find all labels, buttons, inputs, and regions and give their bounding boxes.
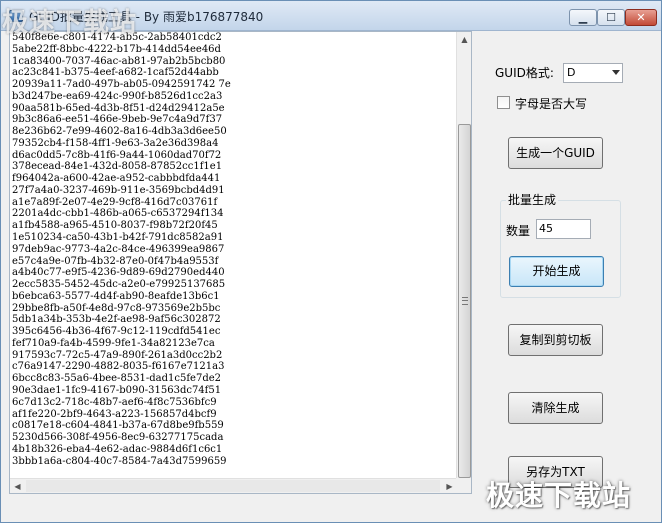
guid-line: 917593c7-72c5-47a9-890f-261a3d0cc2b2 [12, 349, 223, 361]
guid-line: 8e236b62-7e99-4602-8a16-4db3a3d6ee50 [12, 126, 227, 138]
guid-line: e57c4a9e-07fb-4b32-87e0-0f47b4a9553f [12, 255, 219, 267]
scroll-grip-icon [462, 297, 468, 305]
close-button[interactable]: ✕ [625, 9, 657, 26]
scroll-up-arrow-icon[interactable]: ▲ [457, 32, 471, 47]
guid-format-label: GUID格式: [495, 66, 554, 80]
guid-line: c0817e18-c604-4841-b37a-67d8be9fb559 [12, 420, 224, 432]
title-bar[interactable]: GUID批量生成工具 - By 雨爱b176877840 ▁ ☐ ✕ [1, 1, 661, 31]
batch-group-label: 批量生成 [506, 191, 559, 208]
vertical-scrollbar[interactable]: ▲ ▼ [456, 32, 471, 493]
guid-line: 1ca83400-7037-46ac-ab81-97ab2b5bcb80 [12, 55, 226, 67]
guid-line: 378ecead-84e1-432d-8058-87852cc1f1e1 [12, 161, 223, 173]
guid-line: 90aa581b-65ed-4d3b-8f51-d24d29412a5e [12, 102, 225, 114]
guid-line: b6ebca63-5577-4d4f-ab90-8eafde13b6c1 [12, 290, 220, 302]
minimize-button[interactable]: ▁ [569, 9, 597, 26]
guid-line: 395c6456-4b36-4f67-9c12-119cdfd541ec [12, 326, 221, 338]
guid-line: 2ecc5835-5452-45dc-a2e0-e79925137685 [12, 279, 226, 291]
guid-line: b3d247be-ea69-424c-990f-b8526d1cc2a3 [12, 90, 223, 102]
guid-line: 5abe22ff-8bbc-4222-b17b-414dd54ee46d [12, 43, 221, 55]
quantity-input[interactable]: 45 [536, 219, 591, 239]
window-title: GUID批量生成工具 - By 雨爱b176877840 [29, 10, 264, 24]
scroll-corner [456, 478, 471, 493]
guid-line: 27f7a4a0-3237-469b-911e-3569bcbd4d91 [12, 184, 225, 196]
guid-line: 20939a11-7ad0-497b-ab05-0942591742 7e [12, 79, 231, 91]
guid-line: 1e510234-ca50-43b1-b42f-791dc8582a91 [12, 232, 224, 244]
scroll-thumb[interactable] [458, 124, 471, 478]
guid-line: a1fb4588-a965-4510-8037-f98b72f20f45 [12, 220, 218, 232]
guid-line: af1fe220-2bf9-4643-a223-156857d4bcf9 [12, 408, 217, 420]
guid-line: 6c7d13c2-718c-48b7-aef6-4f8c7536bfc9 [12, 396, 217, 408]
guid-line: 29bbe8fb-a50f-4e8d-97c8-973569e2b5bc [12, 302, 221, 314]
horizontal-scroll-track[interactable] [26, 480, 440, 492]
guid-line: f964042a-a600-42ae-a952-cabbbdfda441 [12, 173, 221, 185]
guid-line: fef710a9-fa4b-4599-9fe1-34a82123e7ca [12, 337, 215, 349]
guid-line: 97deb9ac-9773-4a2c-84ce-496399ea9867 [12, 243, 225, 255]
guid-line: 3bbb1a6a-c804-40c7-8584-7a43d7599659 [12, 455, 227, 467]
copy-to-clipboard-button[interactable]: 复制到剪切板 [508, 324, 603, 356]
guid-line: 5230d566-308f-4956-8ec9-63277175cada [12, 432, 224, 444]
start-generate-button[interactable]: 开始生成 [509, 256, 604, 287]
uppercase-label[interactable]: 字母是否大写 [515, 95, 587, 112]
app-window: GUID批量生成工具 - By 雨爱b176877840 ▁ ☐ ✕ 540f8… [0, 0, 662, 523]
clear-button[interactable]: 清除生成 [508, 392, 603, 424]
guid-line: 9b3c86a6-ee51-466e-9beb-9e7c4a9d7f37 [12, 114, 223, 126]
guid-line: 6bcc8c83-55a6-4bee-8531-dad1c5fe7de2 [12, 373, 222, 385]
maximize-button[interactable]: ☐ [597, 9, 625, 26]
guid-line: 79352cb4-f158-4ff1-9e63-3a2e36d398a4 [12, 137, 219, 149]
guid-format-value: D [567, 66, 576, 79]
scroll-right-arrow-icon[interactable]: ▶ [442, 479, 457, 493]
guid-output-textarea[interactable]: 540f8e6e-c801-4174-ab5c-2ab58401cdc2 5abe… [9, 31, 472, 494]
guid-line: a4b40c77-e9f5-4236-9d89-69d2790ed440 [12, 267, 225, 279]
scroll-left-arrow-icon[interactable]: ◀ [10, 479, 25, 493]
uppercase-checkbox[interactable] [497, 96, 510, 109]
guid-line: c76a9147-2290-4882-8035-f6167e7121a3 [12, 361, 225, 373]
guid-line: 5db1a34b-353b-4e2f-ae98-9af56c302872 [12, 314, 221, 326]
guid-line: a1e7a89f-2e07-4e29-9cf8-416d7c03761f [12, 196, 218, 208]
guid-line: ac23c841-b375-4eef-a682-1caf52d44abb [12, 67, 219, 79]
guid-output-text: 540f8e6e-c801-4174-ab5c-2ab58401cdc2 5abe… [12, 32, 452, 467]
guid-line: d6ac0dd5-7c8b-41f6-9a44-1060dad70f72 [12, 149, 222, 161]
guid-line: 540f8e6e-c801-4174-ab5c-2ab58401cdc2 [12, 32, 222, 43]
quantity-label: 数量 [506, 224, 531, 238]
generate-one-button[interactable]: 生成一个GUID [508, 137, 603, 169]
guid-line: 2201a4dc-cbb1-486b-a065-c6537294f134 [12, 208, 224, 220]
app-icon [9, 10, 23, 22]
guid-line: 90e3dae1-1fc9-4167-b090-31563dc74f51 [12, 384, 222, 396]
chevron-down-icon[interactable] [612, 70, 620, 75]
guid-line: 4b18b326-eba4-4e62-adac-9884d6f1c6c1 [12, 443, 223, 455]
horizontal-scrollbar[interactable]: ◀ ▶ [10, 478, 457, 493]
save-as-txt-button[interactable]: 另存为TXT [508, 456, 603, 488]
guid-format-select[interactable]: D [563, 63, 623, 83]
